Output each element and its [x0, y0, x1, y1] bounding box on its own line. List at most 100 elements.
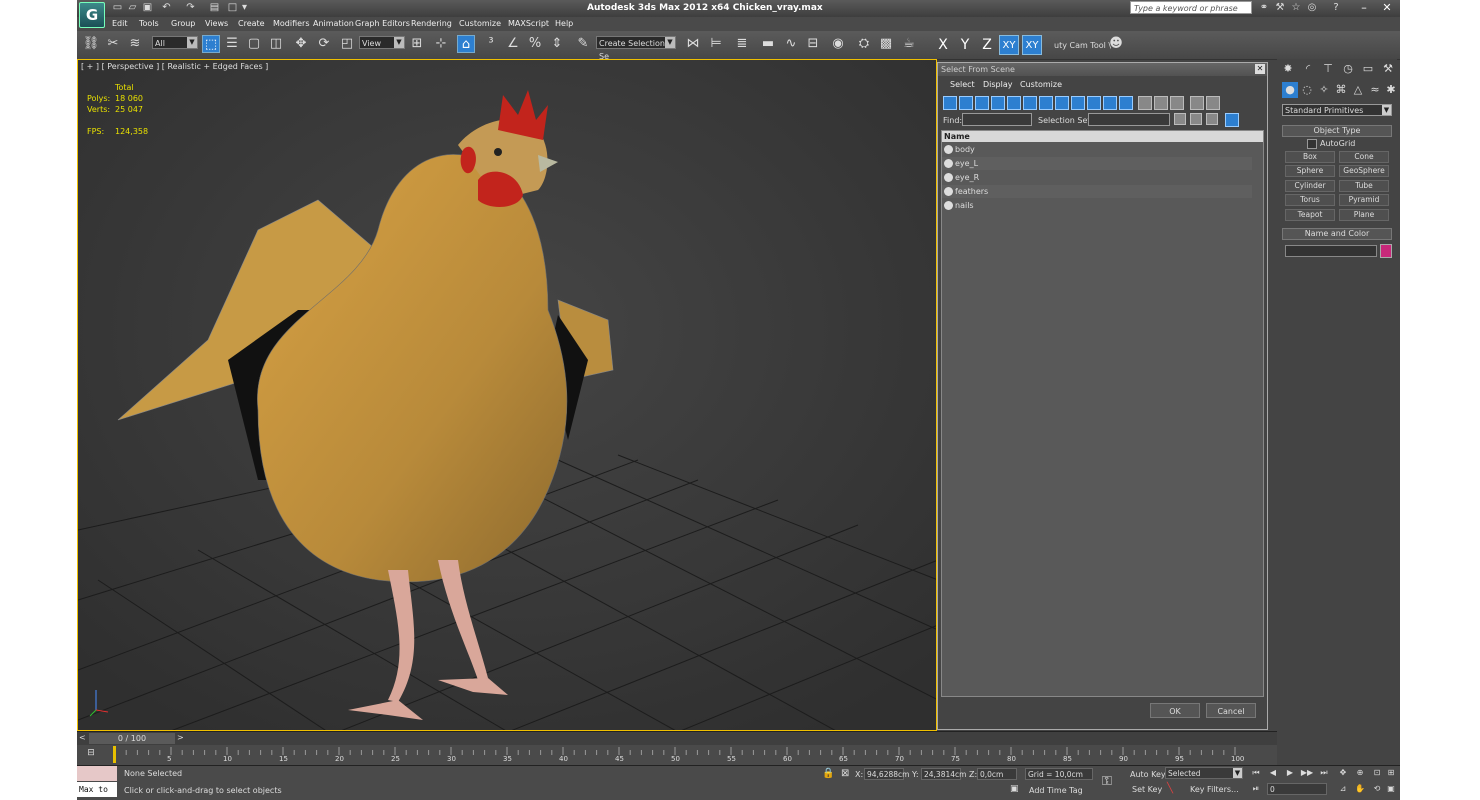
set-key-button[interactable]: Set Key: [1132, 785, 1162, 794]
cylinder-button[interactable]: Cylinder: [1285, 180, 1335, 192]
current-frame-marker[interactable]: [113, 746, 116, 763]
mirror-icon[interactable]: ⋈: [684, 35, 702, 53]
object-type-rollout[interactable]: Object Type: [1282, 125, 1392, 137]
display-hidden-icon[interactable]: [1119, 96, 1133, 110]
display-groups-icon[interactable]: [1039, 96, 1053, 110]
go-to-end-icon[interactable]: ⏭: [1317, 767, 1331, 779]
material-editor-icon[interactable]: ◉: [829, 35, 847, 53]
list-item[interactable]: feathers: [942, 185, 1252, 198]
tools-icon[interactable]: ⚒: [1274, 2, 1286, 14]
utilities-tab-icon[interactable]: ⚒: [1380, 61, 1396, 77]
close-icon[interactable]: ✕: [1255, 64, 1265, 74]
sphere-button[interactable]: Sphere: [1285, 165, 1335, 177]
display-geometry-icon[interactable]: [943, 96, 957, 110]
bind-spacewarp-icon[interactable]: ≋: [126, 35, 144, 53]
key-mode-dropdown[interactable]: Selected ▼: [1165, 767, 1243, 779]
menu-rendering[interactable]: Rendering: [411, 19, 452, 28]
select-by-name-icon[interactable]: ☰: [223, 35, 241, 53]
plane-button[interactable]: Plane: [1339, 209, 1389, 221]
box-button[interactable]: Box: [1285, 151, 1335, 163]
torus-button[interactable]: Torus: [1285, 194, 1335, 206]
key-filters-button[interactable]: Key Filters...: [1190, 785, 1239, 794]
minimize-icon[interactable]: –: [1352, 0, 1376, 16]
track-bar[interactable]: ⊟ 5 10 15 20 25 30 35 40 45 50 55 60 65 70 75 80 85 90 95 1…: [77, 745, 1277, 765]
chevron-right-icon[interactable]: >: [177, 733, 184, 742]
dialog-menu-select[interactable]: Select: [950, 80, 975, 89]
display-containers-icon[interactable]: [1087, 96, 1101, 110]
time-tag-icon[interactable]: ▣: [1010, 784, 1019, 794]
add-time-tag-button[interactable]: Add Time Tag: [1029, 786, 1083, 795]
previous-frame-icon[interactable]: ◀: [1266, 767, 1280, 779]
menu-animation[interactable]: Animation: [313, 19, 354, 28]
percent-snap-icon[interactable]: %: [526, 35, 544, 53]
display-bones-icon[interactable]: [1071, 96, 1085, 110]
key-mode-toggle-icon[interactable]: ⏯: [1249, 783, 1263, 795]
find-input[interactable]: [962, 113, 1032, 126]
selection-set-tool-icon[interactable]: [1174, 113, 1186, 125]
cone-button[interactable]: Cone: [1339, 151, 1389, 163]
menu-group[interactable]: Group: [171, 19, 195, 28]
primitive-type-dropdown[interactable]: Standard Primitives ▼: [1282, 104, 1392, 116]
next-frame-icon[interactable]: ▶▶: [1300, 767, 1314, 779]
filter-options-icon[interactable]: [1206, 96, 1220, 110]
schematic-view-icon[interactable]: ⊟: [804, 35, 822, 53]
link-icon[interactable]: ⛓: [82, 35, 100, 53]
shapes-category-icon[interactable]: ◌: [1299, 82, 1315, 98]
display-all-icon[interactable]: [1138, 96, 1152, 110]
project-icon[interactable]: ▤: [209, 2, 220, 13]
spacewarps-category-icon[interactable]: ≈: [1367, 82, 1383, 98]
display-invert-icon[interactable]: [1170, 96, 1184, 110]
maximize-viewport-icon[interactable]: ▣: [1384, 783, 1398, 795]
render-production-icon[interactable]: ☕: [900, 35, 918, 53]
transform-mode-icon[interactable]: ⊠: [841, 768, 849, 779]
dialog-menu-display[interactable]: Display: [983, 80, 1013, 89]
reference-coord-dropdown[interactable]: View ▼: [359, 36, 405, 49]
close-icon[interactable]: ✕: [1375, 0, 1399, 16]
axis-x-button[interactable]: X: [933, 35, 953, 55]
selection-set-tool-icon[interactable]: [1190, 113, 1202, 125]
selection-set-dropdown[interactable]: [1088, 113, 1170, 126]
save-file-icon[interactable]: ▣: [142, 2, 153, 13]
viewport-label[interactable]: [ + ] [ Perspective ] [ Realistic + Edge…: [81, 62, 268, 71]
filter-icon[interactable]: [1190, 96, 1204, 110]
snap-toggle-icon[interactable]: ³: [482, 35, 500, 53]
object-color-swatch[interactable]: [1380, 244, 1392, 258]
play-icon[interactable]: ▶: [1283, 767, 1297, 779]
column-name-header[interactable]: Name: [942, 131, 1263, 142]
axis-y-button[interactable]: Y: [955, 35, 975, 55]
axis-xy-button[interactable]: XY: [999, 35, 1019, 55]
menu-views[interactable]: Views: [205, 19, 228, 28]
app-logo[interactable]: G: [79, 2, 105, 28]
teapot-button[interactable]: Teapot: [1285, 209, 1335, 221]
align-icon[interactable]: ⊨: [707, 35, 725, 53]
menu-modifiers[interactable]: Modifiers: [273, 19, 310, 28]
pivot-center-icon[interactable]: ⊞: [408, 35, 426, 53]
selection-set-tool-icon[interactable]: [1206, 113, 1218, 125]
mini-curve-editor-icon[interactable]: ⊟: [79, 748, 103, 760]
go-to-start-icon[interactable]: ⏮: [1249, 767, 1263, 779]
modify-tab-icon[interactable]: ◜: [1300, 61, 1316, 77]
menu-create[interactable]: Create: [238, 19, 265, 28]
globe-icon[interactable]: ◎: [1306, 2, 1318, 14]
display-cameras-icon[interactable]: [991, 96, 1005, 110]
orbit-icon[interactable]: ⟲: [1370, 783, 1384, 795]
hierarchy-tab-icon[interactable]: ⊤: [1320, 61, 1336, 77]
pan-icon[interactable]: ✋: [1353, 783, 1367, 795]
rendered-frame-window-icon[interactable]: ▩: [877, 35, 895, 53]
undo-icon[interactable]: ↶: [161, 2, 172, 13]
time-slider[interactable]: 0 / 100: [89, 733, 175, 744]
layer-manager-icon[interactable]: ≣: [733, 35, 751, 53]
help-icon[interactable]: ?: [1330, 2, 1342, 14]
menu-tools[interactable]: Tools: [139, 19, 159, 28]
menu-maxscript[interactable]: MAXScript: [508, 19, 549, 28]
pyramid-button[interactable]: Pyramid: [1339, 194, 1389, 206]
keyboard-shortcut-override-button[interactable]: ⌂: [457, 35, 475, 53]
spinner-snap-icon[interactable]: ⇕: [548, 35, 566, 53]
y-coordinate-field[interactable]: 24,3814cm: [921, 768, 966, 780]
selection-filter-dropdown[interactable]: All ▼: [152, 36, 198, 49]
edit-named-sets-icon[interactable]: ✎: [574, 35, 592, 53]
current-frame-field[interactable]: 0: [1267, 783, 1327, 795]
rotate-icon[interactable]: ⟳: [315, 35, 333, 53]
tube-button[interactable]: Tube: [1339, 180, 1389, 192]
star-icon[interactable]: ☆: [1290, 2, 1302, 14]
